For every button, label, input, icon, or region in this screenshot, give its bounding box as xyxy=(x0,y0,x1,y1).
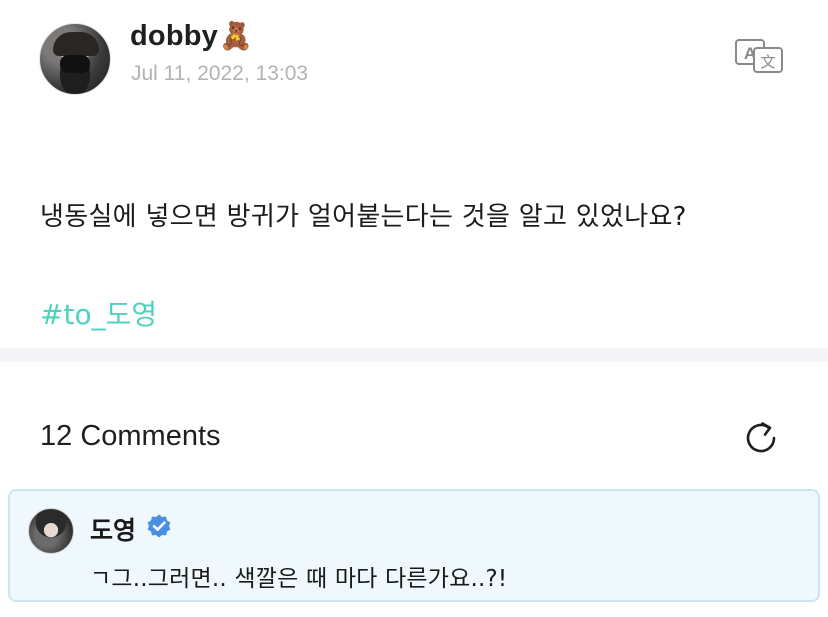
refresh-button[interactable] xyxy=(740,417,782,459)
author-name-text: dobby xyxy=(130,20,218,52)
post-body: 냉동실에 넣으면 방귀가 얼어붙는다는 것을 알고 있었나요? xyxy=(40,202,687,232)
translate-button[interactable]: A 文 xyxy=(734,38,786,74)
verified-badge-icon xyxy=(147,514,171,538)
refresh-icon xyxy=(746,422,776,453)
post-header: dobby🧸 Jul 11, 2022, 13:03 A 文 xyxy=(0,0,828,110)
commenter-name[interactable]: 도영 xyxy=(90,511,136,547)
comments-count: 12 Comments xyxy=(40,420,221,452)
teddy-bear-icon: 🧸 xyxy=(219,21,253,51)
post-hashtag[interactable]: #to_도영 xyxy=(40,293,157,333)
avatar-mask xyxy=(60,55,90,73)
section-divider xyxy=(0,348,828,362)
svg-text:文: 文 xyxy=(760,53,775,71)
author-name[interactable]: dobby🧸 xyxy=(130,20,253,53)
comment-text: ㄱ그..그러면.. 색깔은 때 마다 다른가요..?! xyxy=(90,566,508,592)
translate-icon: A 文 xyxy=(735,39,783,73)
comment-card[interactable]: 도영 ㄱ그..그러면.. 색깔은 때 마다 다른가요..?! xyxy=(8,489,820,602)
commenter-avatar[interactable] xyxy=(28,508,74,554)
post-timestamp: Jul 11, 2022, 13:03 xyxy=(131,62,309,85)
author-avatar[interactable] xyxy=(39,23,111,95)
avatar-hair xyxy=(53,32,99,56)
